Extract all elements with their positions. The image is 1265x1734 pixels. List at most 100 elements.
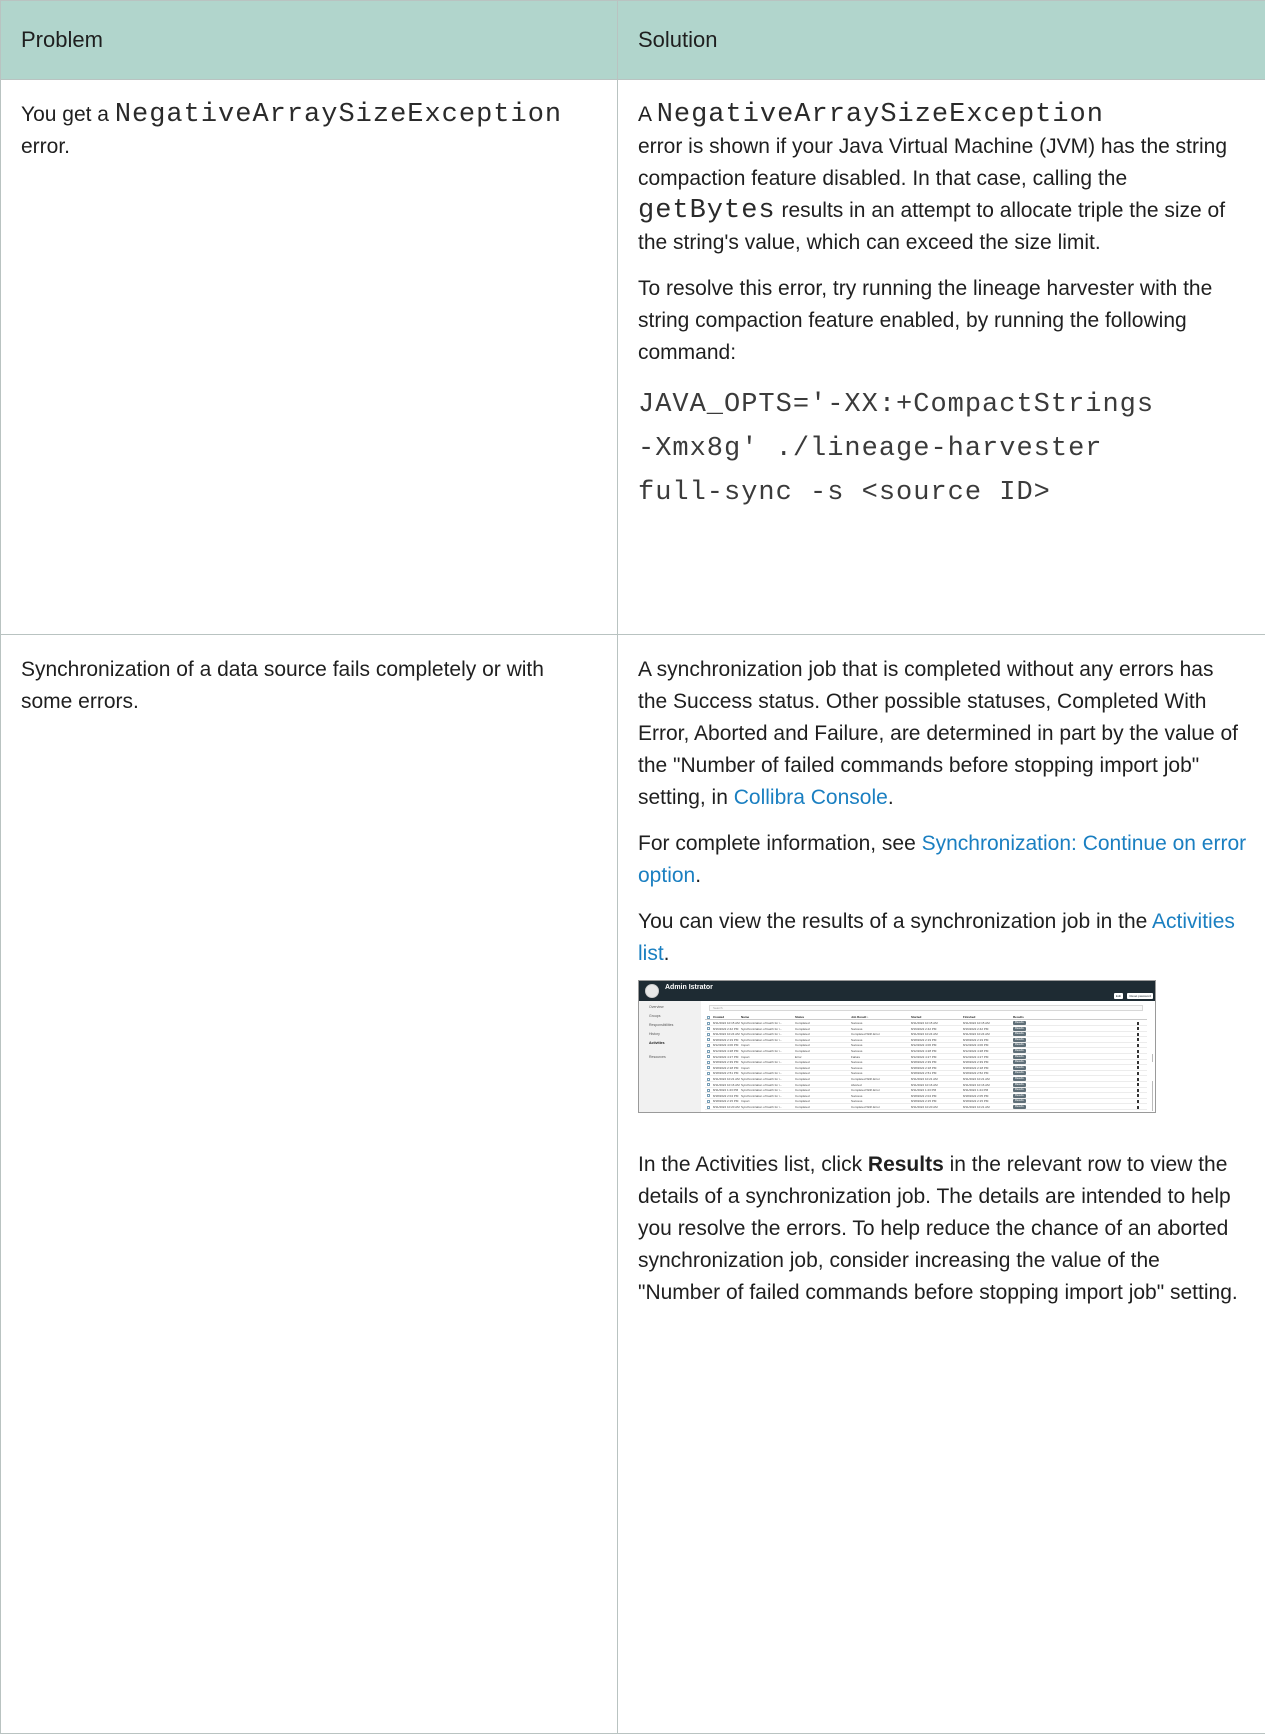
results-button: Results bbox=[1013, 1071, 1026, 1075]
checkbox-icon bbox=[707, 1083, 710, 1086]
checkbox-icon bbox=[707, 1050, 710, 1053]
checkbox-icon bbox=[707, 1106, 710, 1109]
results-button: Results bbox=[1013, 1049, 1026, 1053]
trash-icon bbox=[1137, 1066, 1139, 1069]
search-placeholder: Search bbox=[713, 1006, 723, 1011]
results-button: Results bbox=[1013, 1088, 1026, 1092]
collibra-console-link[interactable]: Collibra Console bbox=[734, 786, 888, 809]
results-button: Results bbox=[1013, 1027, 1026, 1031]
results-button: Results bbox=[1013, 1043, 1026, 1047]
checkbox-icon bbox=[707, 1089, 710, 1092]
command-line: JAVA_OPTS='-XX:+CompactStrings bbox=[638, 383, 1247, 427]
solution-paragraph: A synchronization job that is completed … bbox=[638, 654, 1247, 814]
table-cell: Completed bbox=[795, 1104, 810, 1110]
text: A synchronization job that is completed … bbox=[638, 658, 1238, 809]
trash-icon bbox=[1137, 1027, 1139, 1030]
results-bold: Results bbox=[868, 1153, 944, 1176]
solution-paragraph: To resolve this error, try running the l… bbox=[638, 273, 1247, 369]
trash-icon bbox=[1137, 1050, 1139, 1053]
user-name: Admin Istrator bbox=[665, 983, 713, 992]
results-button: Results bbox=[1013, 1066, 1026, 1070]
trash-icon bbox=[1137, 1038, 1139, 1041]
results-button: Results bbox=[1013, 1032, 1026, 1036]
checkbox-icon bbox=[707, 1066, 710, 1069]
inline-code: NegativeArraySizeException bbox=[657, 100, 1104, 130]
text: . bbox=[695, 864, 701, 887]
checkbox-icon bbox=[707, 1016, 710, 1019]
sidebar-item-activities: Activities bbox=[649, 1041, 665, 1045]
checkbox-icon bbox=[707, 1094, 710, 1097]
checkbox-icon bbox=[707, 1027, 710, 1030]
sidebar-item-overview: Overview bbox=[649, 1005, 664, 1009]
results-button: Results bbox=[1013, 1021, 1026, 1025]
screenshot-table-row: 8/11/2022 10:20 AMSynchronization of bat… bbox=[705, 1104, 1147, 1110]
text: In the Activities list, click bbox=[638, 1153, 868, 1176]
results-button: Results bbox=[1013, 1099, 1026, 1103]
solution-cell: A synchronization job that is completed … bbox=[618, 635, 1265, 1734]
table-cell: Synchronization of batch for i... bbox=[741, 1104, 782, 1110]
trash-icon bbox=[1137, 1094, 1139, 1097]
trash-icon bbox=[1137, 1078, 1139, 1081]
solution-cell: A NegativeArraySizeException error is sh… bbox=[618, 80, 1265, 635]
screenshot-sidebar: Overview Groups Responsibilities History… bbox=[639, 1001, 701, 1112]
trash-icon bbox=[1137, 1106, 1139, 1109]
screenshot-header: Admin Istrator Edit Reset password bbox=[639, 981, 1155, 1001]
table-cell: 8/11/2022 10:20 AM bbox=[713, 1104, 740, 1110]
checkbox-icon bbox=[707, 1100, 710, 1103]
scrollbar bbox=[1152, 1081, 1153, 1111]
results-button: Results bbox=[1013, 1083, 1026, 1087]
reset-password-button: Reset password bbox=[1127, 993, 1153, 999]
results-button: Results bbox=[1013, 1060, 1026, 1064]
results-button: Results bbox=[1013, 1094, 1026, 1098]
command-line: full-sync -s <source ID> bbox=[638, 471, 1247, 515]
sidebar-item-history: History bbox=[649, 1032, 660, 1036]
text: . bbox=[664, 942, 670, 965]
troubleshooting-table: Problem Solution You get a NegativeArray… bbox=[0, 0, 1265, 1734]
command-block: JAVA_OPTS='-XX:+CompactStrings -Xmx8g' .… bbox=[638, 383, 1247, 515]
scrollbar bbox=[1152, 1054, 1153, 1062]
solution-paragraph: You can view the results of a synchroniz… bbox=[638, 906, 1247, 970]
table-cell: Completed With Error bbox=[851, 1104, 880, 1110]
table-row: You get a NegativeArraySizeException err… bbox=[1, 80, 1265, 635]
results-button: Results bbox=[1013, 1105, 1026, 1109]
trash-icon bbox=[1137, 1055, 1139, 1058]
command-line: -Xmx8g' ./lineage-harvester bbox=[638, 427, 1247, 471]
checkbox-icon bbox=[707, 1078, 710, 1081]
results-button: Results bbox=[1013, 1077, 1026, 1081]
text: A bbox=[638, 103, 657, 126]
solution-paragraph: For complete information, see Synchroniz… bbox=[638, 828, 1247, 892]
checkbox-icon bbox=[707, 1022, 710, 1025]
trash-icon bbox=[1137, 1083, 1139, 1086]
edit-button: Edit bbox=[1114, 993, 1123, 999]
trash-icon bbox=[1137, 1022, 1139, 1025]
trash-icon bbox=[1137, 1089, 1139, 1092]
text: You can view the results of a synchroniz… bbox=[638, 910, 1152, 933]
checkbox-icon bbox=[707, 1033, 710, 1036]
trash-icon bbox=[1137, 1033, 1139, 1036]
table-cell: 8/11/2022 10:20 AM bbox=[911, 1104, 938, 1110]
solution-paragraph: A NegativeArraySizeException error is sh… bbox=[638, 99, 1247, 259]
table-row: Synchronization of a data source fails c… bbox=[1, 635, 1265, 1734]
solution-column-header: Solution bbox=[618, 1, 1265, 80]
results-button: Results bbox=[1013, 1038, 1026, 1042]
problem-text-pre: You get a bbox=[21, 103, 115, 126]
trash-icon bbox=[1137, 1072, 1139, 1075]
sidebar-item-resources: Resources bbox=[649, 1055, 666, 1059]
sidebar-item-groups: Groups bbox=[649, 1014, 660, 1018]
trash-icon bbox=[1137, 1044, 1139, 1047]
activities-screenshot: Admin Istrator Edit Reset password Overv… bbox=[638, 980, 1156, 1113]
text: error is shown if your Java Virtual Mach… bbox=[638, 135, 1227, 190]
problem-cell: You get a NegativeArraySizeException err… bbox=[1, 80, 618, 635]
problem-column-header: Problem bbox=[1, 1, 618, 80]
avatar bbox=[645, 984, 659, 998]
inline-code: getBytes bbox=[638, 196, 776, 226]
problem-text-post: error. bbox=[21, 135, 70, 158]
text: . bbox=[888, 786, 894, 809]
trash-icon bbox=[1137, 1061, 1139, 1064]
checkbox-icon bbox=[707, 1061, 710, 1064]
trash-icon bbox=[1137, 1100, 1139, 1103]
problem-cell: Synchronization of a data source fails c… bbox=[1, 635, 618, 1734]
screenshot-search: Search bbox=[709, 1005, 1143, 1011]
table-header-row: Problem Solution bbox=[1, 1, 1265, 80]
checkbox-icon bbox=[707, 1038, 710, 1041]
